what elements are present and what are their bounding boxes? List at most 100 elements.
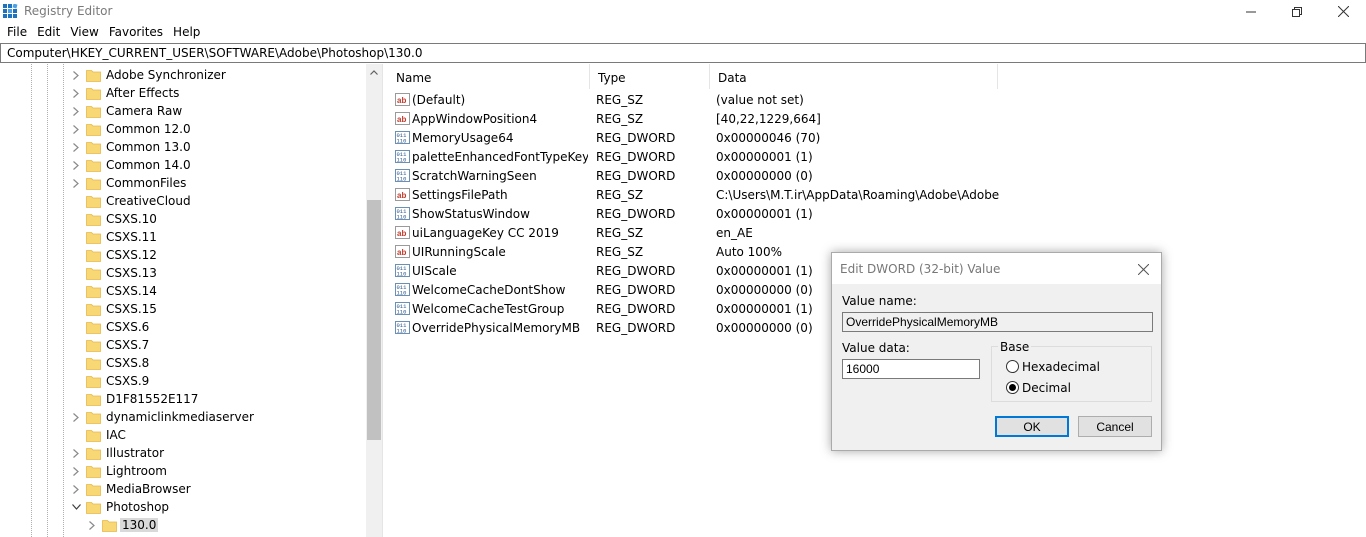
chevron-right-icon[interactable]: [70, 140, 82, 154]
tree-item[interactable]: CSXS.14: [0, 282, 366, 300]
cancel-button[interactable]: Cancel: [1078, 416, 1152, 437]
address-bar[interactable]: Computer\HKEY_CURRENT_USER\SOFTWARE\Adob…: [0, 43, 1366, 63]
registry-tree[interactable]: Adobe Synchronizer After Effects Camera Ra…: [0, 64, 382, 537]
list-row[interactable]: ab (Default) REG_SZ (value not set): [388, 90, 1008, 109]
restore-button[interactable]: [1274, 0, 1320, 23]
cell-data: [40,22,1229,664]: [716, 112, 821, 126]
hexadecimal-radio[interactable]: [1006, 360, 1019, 373]
tree-item[interactable]: CSXS.13: [0, 264, 366, 282]
tree-item-label: CSXS.12: [106, 248, 157, 262]
column-header-label: Data: [718, 71, 747, 85]
menu-edit[interactable]: Edit: [32, 23, 65, 43]
folder-icon: [86, 68, 101, 82]
cell-name: UIRunningScale: [412, 245, 506, 259]
tree-item[interactable]: IAC: [0, 426, 366, 444]
tree-item-label: CSXS.6: [106, 320, 150, 334]
list-row[interactable]: 011 110 ScratchWarningSeen REG_DWORD 0x00000…: [388, 166, 1008, 185]
tree-item[interactable]: CSXS.12: [0, 246, 366, 264]
tree-item-label: CSXS.8: [106, 356, 150, 370]
svg-text:110: 110: [397, 290, 407, 297]
tree-item[interactable]: CSXS.15: [0, 300, 366, 318]
tree-item[interactable]: Illustrator: [0, 444, 366, 462]
tree-item[interactable]: CSXS.11: [0, 228, 366, 246]
tree-item[interactable]: Adobe Synchronizer: [0, 66, 366, 84]
decimal-radio[interactable]: [1006, 381, 1019, 394]
menu-file[interactable]: File: [2, 23, 32, 43]
tree-item[interactable]: Common 12.0: [0, 120, 366, 138]
folder-icon: [86, 230, 101, 244]
tree-item-label: Common 12.0: [106, 122, 191, 136]
tree-item[interactable]: Common 13.0: [0, 138, 366, 156]
tree-scrollbar[interactable]: [366, 64, 382, 537]
menu-help[interactable]: Help: [168, 23, 205, 43]
chevron-right-icon[interactable]: [70, 176, 82, 190]
tree-item-label: CSXS.11: [106, 230, 157, 244]
decimal-label[interactable]: Decimal: [1022, 381, 1071, 395]
binary-value-icon: 011 110: [395, 301, 410, 316]
tree-item[interactable]: MediaBrowser: [0, 480, 366, 498]
list-row[interactable]: 011 110 ShowStatusWindow REG_DWORD 0x0000000…: [388, 204, 1008, 223]
tree-item-label: CSXS.14: [106, 284, 157, 298]
chevron-right-icon[interactable]: [70, 446, 82, 460]
tree-item[interactable]: Photoshop: [0, 498, 366, 516]
binary-value-icon: 011 110: [395, 168, 410, 183]
hexadecimal-label[interactable]: Hexadecimal: [1022, 360, 1100, 374]
cell-type: REG_DWORD: [596, 321, 676, 335]
column-header-data[interactable]: Data: [710, 64, 998, 89]
tree-item-label: Illustrator: [106, 446, 165, 460]
tree-item[interactable]: dynamiclinkmediaserver: [0, 408, 366, 426]
restore-icon: [1292, 6, 1302, 17]
tree-item[interactable]: CSXS.8: [0, 354, 366, 372]
cell-name: WelcomeCacheTestGroup: [412, 302, 565, 316]
folder-icon: [86, 104, 101, 118]
chevron-right-icon[interactable]: [70, 482, 82, 496]
scroll-thumb[interactable]: [367, 200, 381, 440]
value-data-field[interactable]: [842, 359, 980, 379]
list-row[interactable]: ab uiLanguageKey CC 2019 REG_SZ en_AE: [388, 223, 1008, 242]
column-header-name[interactable]: Name: [388, 64, 590, 89]
menu-view[interactable]: View: [65, 23, 103, 43]
list-row[interactable]: ab SettingsFilePath REG_SZ C:\Users\M.T.ir\…: [388, 185, 1008, 204]
tree-item-label: CSXS.10: [106, 212, 157, 226]
dialog-close-button[interactable]: [1134, 260, 1152, 278]
cell-type: REG_DWORD: [596, 207, 676, 221]
value-name-field[interactable]: [842, 312, 1153, 332]
tree-item[interactable]: CSXS.10: [0, 210, 366, 228]
tree-item[interactable]: CSXS.6: [0, 318, 366, 336]
string-value-icon: ab: [395, 225, 410, 240]
chevron-right-icon[interactable]: [70, 410, 82, 424]
chevron-right-icon[interactable]: [70, 104, 82, 118]
tree-item[interactable]: Lightroom: [0, 462, 366, 480]
tree-item[interactable]: CSXS.9: [0, 372, 366, 390]
ok-button[interactable]: OK: [995, 416, 1069, 437]
chevron-right-icon[interactable]: [70, 464, 82, 478]
tree-item[interactable]: CreativeCloud: [0, 192, 366, 210]
tree-item[interactable]: CommonFiles: [0, 174, 366, 192]
close-button[interactable]: [1320, 0, 1366, 23]
list-row[interactable]: ab AppWindowPosition4 REG_SZ [40,22,1229,66…: [388, 109, 1008, 128]
tree-item[interactable]: 130.0: [0, 516, 366, 534]
tree-item[interactable]: Common 14.0: [0, 156, 366, 174]
menu-favorites[interactable]: Favorites: [104, 23, 168, 43]
chevron-right-icon[interactable]: [86, 518, 98, 532]
chevron-right-icon[interactable]: [70, 122, 82, 136]
chevron-right-icon[interactable]: [70, 86, 82, 100]
list-row[interactable]: 011110paletteEnhancedFontTypeKey C... REG…: [388, 147, 1008, 166]
cell-type: REG_DWORD: [596, 150, 676, 164]
tree-item[interactable]: After Effects: [0, 84, 366, 102]
chevron-right-icon[interactable]: [70, 158, 82, 172]
column-header-type[interactable]: Type: [590, 64, 710, 89]
folder-icon: [86, 248, 101, 262]
chevron-down-icon[interactable]: [70, 500, 82, 514]
string-value-icon: ab: [395, 187, 410, 202]
scroll-up-button[interactable]: [366, 64, 382, 81]
tree-item[interactable]: D1F81552E117: [0, 390, 366, 408]
minimize-button[interactable]: [1228, 0, 1274, 23]
tree-item[interactable]: CSXS.7: [0, 336, 366, 354]
chevron-right-icon[interactable]: [70, 68, 82, 82]
svg-text:110: 110: [397, 138, 407, 145]
tree-item-label: CreativeCloud: [106, 194, 191, 208]
list-row[interactable]: 011 110 MemoryUsage64 REG_DWORD 0x00000046 (…: [388, 128, 1008, 147]
tree-item[interactable]: Camera Raw: [0, 102, 366, 120]
folder-icon: [86, 500, 101, 514]
